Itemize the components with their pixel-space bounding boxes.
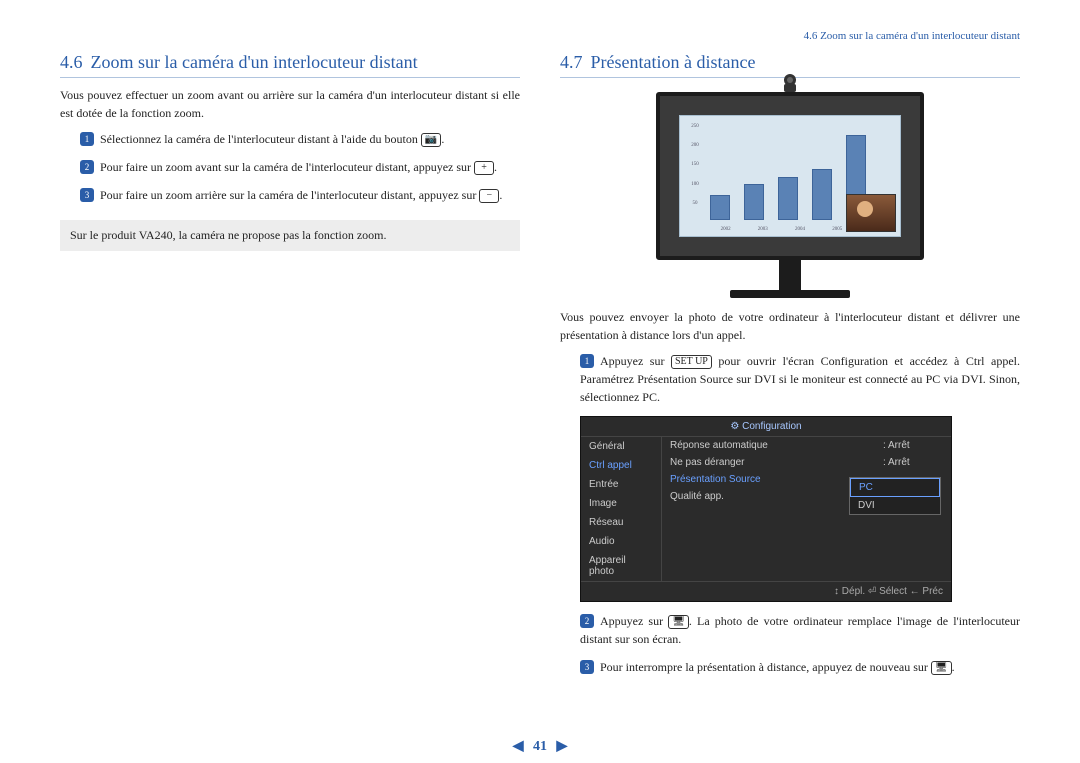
step-number: 1 <box>580 354 594 368</box>
right-column: 4.7 Présentation à distance 2502001501005… <box>560 52 1020 686</box>
y-tick: 200 <box>684 143 706 162</box>
monitor-stand-base <box>730 290 850 298</box>
section-4-6-title: 4.6 Zoom sur la caméra d'un interlocuteur… <box>60 52 520 78</box>
keycap-icon: + <box>474 161 494 175</box>
page-navigation: ◀ 41 ▶ <box>0 738 1080 755</box>
config-row: Réponse automatique : Arrêt <box>662 437 951 454</box>
section-4-6-intro: Vous pouvez effectuer un zoom avant ou a… <box>60 86 520 122</box>
config-row-label: Ne pas déranger <box>670 457 873 468</box>
x-tick: 2003 <box>747 227 778 232</box>
step-number: 3 <box>80 188 94 202</box>
config-row-label: Réponse automatique <box>670 440 873 451</box>
keycap-icon: − <box>479 189 499 203</box>
config-footer: ↕ Dépl. ⏎ Sélect ← Préc <box>581 581 951 601</box>
section-title-text: Présentation à distance <box>591 52 756 72</box>
dropdown-option: DVI <box>850 497 940 514</box>
chart-bar <box>710 195 730 220</box>
step-item: 2Pour faire un zoom avant sur la caméra … <box>80 158 520 176</box>
config-side-item: Appareil photo <box>581 551 661 581</box>
x-tick: 2002 <box>710 227 741 232</box>
keycap-icon: SET UP <box>671 355 712 369</box>
section-4-7-intro: Vous pouvez envoyer la photo de votre or… <box>560 308 1020 344</box>
step-number: 3 <box>580 660 594 674</box>
section-title-text: Zoom sur la caméra d'un interlocuteur di… <box>91 52 418 72</box>
config-row-value: : Arrêt <box>883 457 943 468</box>
section-4-7-steps-cont: 2Appuyez sur 🖥. La photo de votre ordina… <box>580 612 1020 676</box>
dropdown-option: PC <box>850 478 940 497</box>
chart-bar <box>744 184 764 220</box>
config-side-item: Audio <box>581 532 661 551</box>
config-side-item: Image <box>581 494 661 513</box>
step-item: 2Appuyez sur 🖥. La photo de votre ordina… <box>580 612 1020 648</box>
config-main: Réponse automatique: ArrêtNe pas dérange… <box>662 437 951 581</box>
config-side-item: Général <box>581 437 661 456</box>
keycap-icon: 🖥 <box>668 615 689 629</box>
keycap-icon: 📷 <box>421 133 441 147</box>
keycap-icon: 🖥 <box>931 661 952 675</box>
config-title: ⚙ Configuration <box>581 417 951 437</box>
y-tick: 50 <box>684 201 706 220</box>
note-box: Sur le produit VA240, la caméra ne propo… <box>60 220 520 251</box>
webcam-icon <box>778 74 802 92</box>
x-tick: 2004 <box>784 227 815 232</box>
picture-in-picture <box>846 194 896 232</box>
config-sidebar: GénéralCtrl appelEntréeImageRéseauAudioA… <box>581 437 662 581</box>
y-tick: 150 <box>684 162 706 181</box>
monitor-screen: 25020015010050 20022003200420052006 <box>656 92 924 260</box>
prev-page-arrow[interactable]: ◀ <box>507 739 530 754</box>
step-item: 3Pour faire un zoom arrière sur la camér… <box>80 186 520 204</box>
step-item: 1Sélectionnez la caméra de l'interlocute… <box>80 130 520 148</box>
step-number: 1 <box>80 132 94 146</box>
y-tick: 100 <box>684 182 706 201</box>
config-row-label: Qualité app. <box>670 491 873 502</box>
config-side-item: Ctrl appel <box>581 456 661 475</box>
config-dropdown: PCDVI <box>849 477 941 515</box>
chart-bar <box>812 169 832 220</box>
config-row-label: Présentation Source <box>670 474 873 485</box>
config-row: Ne pas déranger : Arrêt <box>662 454 951 471</box>
config-side-item: Réseau <box>581 513 661 532</box>
y-tick: 250 <box>684 124 706 143</box>
step-number: 2 <box>580 614 594 628</box>
step-item: 3Pour interrompre la présentation à dist… <box>580 658 1020 676</box>
left-column: 4.6 Zoom sur la caméra d'un interlocuteur… <box>60 52 520 686</box>
monitor-stand-neck <box>779 260 801 290</box>
running-header: 4.6 Zoom sur la caméra d'un interlocuteu… <box>60 30 1020 42</box>
section-4-6-steps: 1Sélectionnez la caméra de l'interlocute… <box>80 130 520 204</box>
chart-bar <box>778 177 798 220</box>
next-page-arrow[interactable]: ▶ <box>551 739 574 754</box>
configuration-screenshot: ⚙ Configuration GénéralCtrl appelEntréeI… <box>580 416 952 602</box>
monitor-illustration: 25020015010050 20022003200420052006 <box>560 92 1020 298</box>
section-4-7-steps: 1Appuyez sur SET UP pour ouvrir l'écran … <box>580 352 1020 406</box>
section-number: 4.7 <box>560 52 583 72</box>
page-number: 41 <box>533 739 547 754</box>
config-row-value: : Arrêt <box>883 440 943 451</box>
config-side-item: Entrée <box>581 475 661 494</box>
step-item: 1Appuyez sur SET UP pour ouvrir l'écran … <box>580 352 1020 406</box>
chart-area: 25020015010050 20022003200420052006 <box>679 115 901 237</box>
section-number: 4.6 <box>60 52 83 72</box>
step-number: 2 <box>80 160 94 174</box>
